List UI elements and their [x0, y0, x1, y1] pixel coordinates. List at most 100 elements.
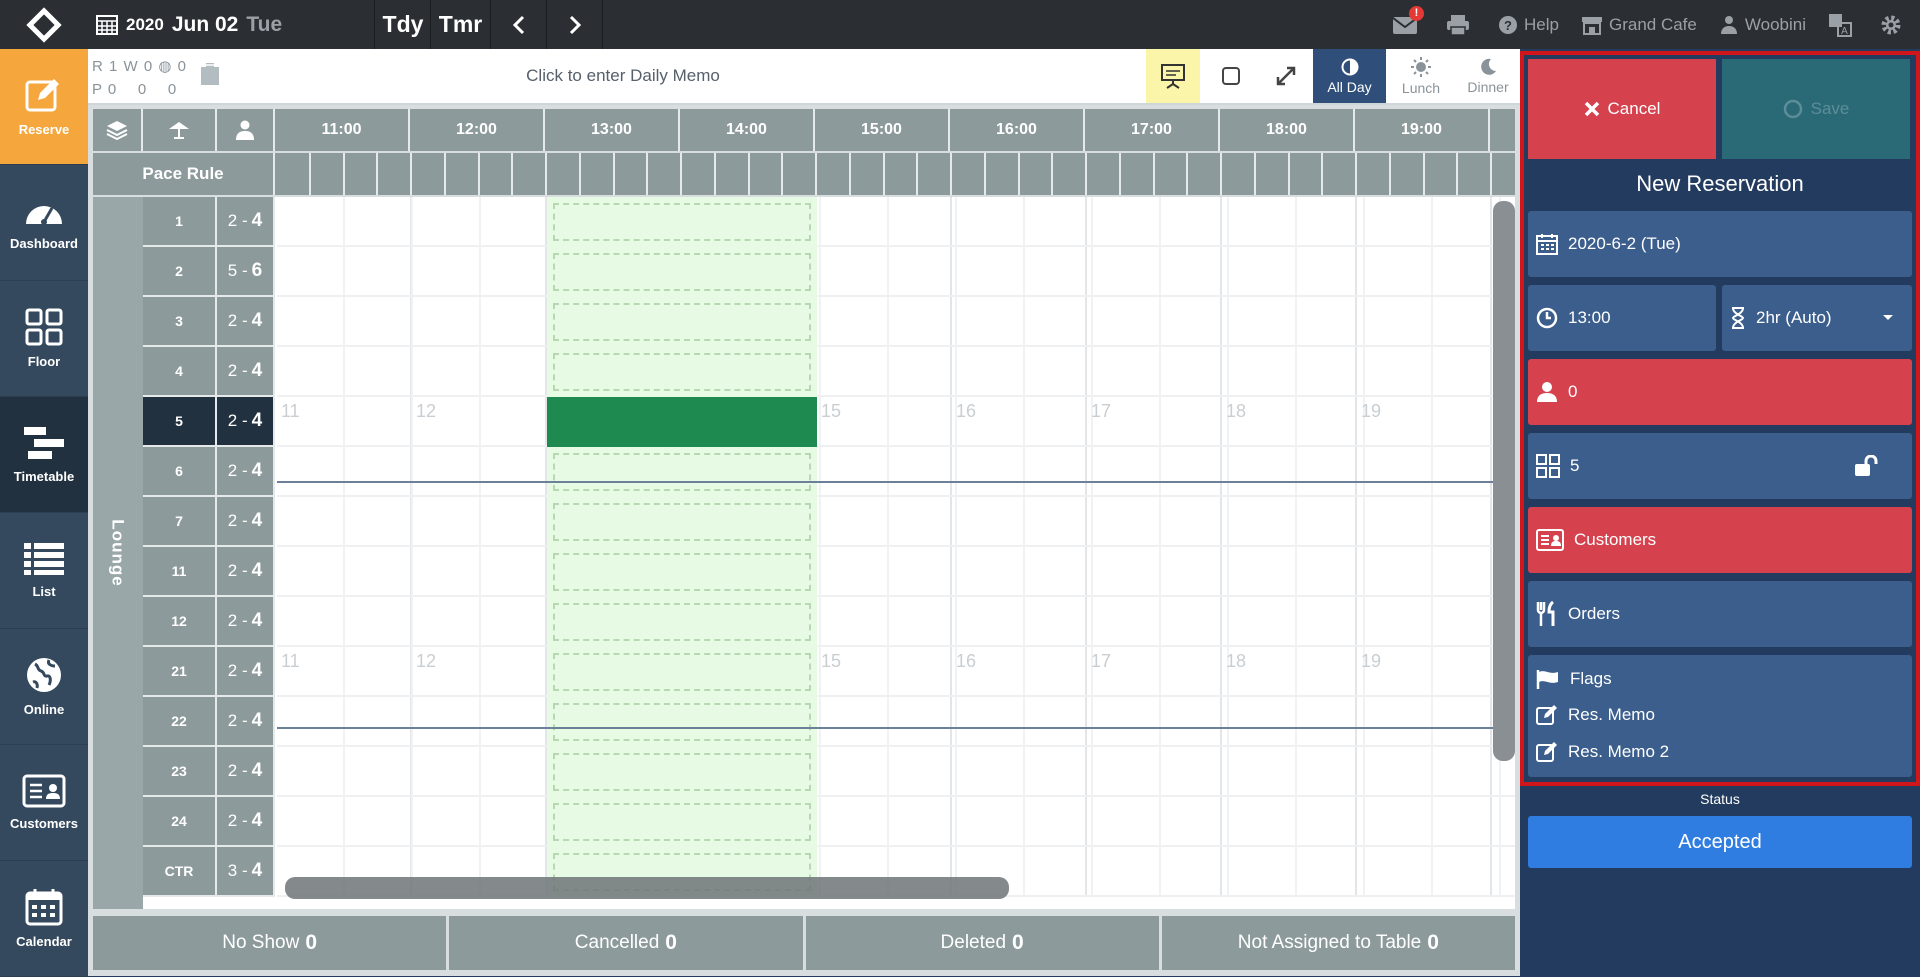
table-name[interactable]: 24: [143, 797, 217, 847]
available-slot[interactable]: [547, 797, 817, 847]
pace-cell[interactable]: [1323, 153, 1357, 195]
view-all-day[interactable]: All Day: [1313, 49, 1386, 103]
pace-cell[interactable]: [918, 153, 952, 195]
pace-cell[interactable]: [412, 153, 446, 195]
sidebar-item-list[interactable]: List: [0, 513, 88, 629]
cancelled-filter[interactable]: Cancelled 0: [449, 916, 806, 970]
no-show-filter[interactable]: No Show 0: [93, 916, 450, 970]
time-slots[interactable]: [277, 447, 1515, 497]
table-name[interactable]: 22: [143, 697, 217, 747]
today-button[interactable]: Tdy: [376, 0, 431, 49]
pace-cell[interactable]: [1020, 153, 1054, 195]
settings-button[interactable]: [1880, 14, 1908, 36]
pace-cell[interactable]: [311, 153, 345, 195]
table-name[interactable]: 21: [143, 647, 217, 697]
available-slot[interactable]: [547, 547, 817, 597]
user-button[interactable]: Woobini: [1719, 15, 1806, 35]
pace-cell[interactable]: [345, 153, 379, 195]
available-slot[interactable]: [547, 447, 817, 497]
pace-cell[interactable]: [682, 153, 716, 195]
language-button[interactable]: A: [1828, 13, 1858, 37]
table-name[interactable]: 11: [143, 547, 217, 597]
cancel-button[interactable]: Cancel: [1528, 59, 1716, 159]
table-name[interactable]: CTR: [143, 847, 217, 897]
presentation-toggle[interactable]: [1146, 49, 1200, 103]
pace-cell[interactable]: [1425, 153, 1459, 195]
available-slot[interactable]: [547, 497, 817, 547]
expand-button[interactable]: [1258, 49, 1314, 103]
time-slots[interactable]: [277, 597, 1515, 647]
pace-cell[interactable]: [851, 153, 885, 195]
table-name[interactable]: 7: [143, 497, 217, 547]
pace-cell[interactable]: [1256, 153, 1290, 195]
table-name[interactable]: 1: [143, 197, 217, 247]
time-slots[interactable]: [277, 247, 1515, 297]
save-button[interactable]: Save: [1722, 59, 1910, 159]
flags-row[interactable]: Flags: [1536, 669, 1612, 689]
pace-cell[interactable]: [581, 153, 615, 195]
deleted-filter[interactable]: Deleted 0: [805, 916, 1162, 970]
guests-field[interactable]: 0: [1528, 359, 1912, 425]
pace-cell[interactable]: [716, 153, 750, 195]
pace-cell[interactable]: [446, 153, 480, 195]
time-slots[interactable]: 1112151617181920: [277, 647, 1515, 697]
time-slots[interactable]: [277, 797, 1515, 847]
date-picker[interactable]: 2020 Jun 02 Tue: [88, 0, 375, 49]
pace-cell[interactable]: [952, 153, 986, 195]
table-name[interactable]: 2: [143, 247, 217, 297]
pace-cell[interactable]: [885, 153, 919, 195]
view-dinner[interactable]: Dinner: [1456, 49, 1520, 103]
layers-toggle[interactable]: [93, 109, 143, 151]
help-button[interactable]: ? Help: [1498, 15, 1559, 35]
available-slot[interactable]: [547, 597, 817, 647]
pace-cell[interactable]: [783, 153, 817, 195]
pace-cell[interactable]: [547, 153, 581, 195]
sidebar-item-customers[interactable]: Customers: [0, 745, 88, 861]
time-slots[interactable]: [277, 697, 1515, 747]
pace-cell[interactable]: [1222, 153, 1256, 195]
time-slots[interactable]: [277, 547, 1515, 597]
time-slots[interactable]: 1112151617181920: [277, 397, 1515, 447]
pace-cell[interactable]: [513, 153, 547, 195]
pace-cell[interactable]: [480, 153, 514, 195]
duration-select[interactable]: 2hr (Auto): [1722, 285, 1912, 351]
pace-cell[interactable]: [1121, 153, 1155, 195]
note-icon[interactable]: [198, 61, 222, 87]
pace-cell[interactable]: [1391, 153, 1425, 195]
daily-memo-input[interactable]: Click to enter Daily Memo: [388, 66, 858, 86]
view-lunch[interactable]: Lunch: [1386, 49, 1456, 103]
new-reservation-block[interactable]: [547, 397, 817, 447]
horizontal-scrollbar[interactable]: [285, 877, 1009, 899]
status-accepted-button[interactable]: Accepted: [1528, 816, 1912, 868]
date-field[interactable]: 2020-6-2 (Tue): [1528, 211, 1912, 277]
time-slots[interactable]: [277, 197, 1515, 247]
time-slots[interactable]: [277, 497, 1515, 547]
capacity-sort[interactable]: [217, 109, 275, 151]
app-logo[interactable]: [0, 0, 88, 49]
time-slots[interactable]: [277, 747, 1515, 797]
sidebar-item-timetable[interactable]: Timetable: [0, 397, 88, 513]
table-name[interactable]: 4: [143, 347, 217, 397]
pace-cell[interactable]: [986, 153, 1020, 195]
prev-day-button[interactable]: [491, 0, 547, 49]
sidebar-item-dashboard[interactable]: Dashboard: [0, 165, 88, 281]
sidebar-item-online[interactable]: Online: [0, 629, 88, 745]
available-slot[interactable]: [547, 197, 817, 247]
table-name[interactable]: 3: [143, 297, 217, 347]
available-slot[interactable]: [547, 697, 817, 747]
pace-cell[interactable]: [750, 153, 784, 195]
available-slot[interactable]: [547, 347, 817, 397]
print-button[interactable]: [1446, 14, 1476, 36]
messages-button[interactable]: !: [1392, 5, 1425, 35]
time-slots[interactable]: [277, 297, 1515, 347]
unlock-icon[interactable]: [1854, 455, 1880, 477]
not-assigned-filter[interactable]: Not Assigned to Table 0: [1161, 916, 1515, 970]
table-sort[interactable]: [143, 109, 217, 151]
pace-cell[interactable]: [1155, 153, 1189, 195]
pace-cell[interactable]: [648, 153, 682, 195]
pace-cell[interactable]: [277, 153, 311, 195]
table-name[interactable]: 6: [143, 447, 217, 497]
sidebar-item-reserve[interactable]: Reserve: [0, 49, 88, 165]
table-field[interactable]: 5: [1528, 433, 1912, 499]
customers-field[interactable]: Customers: [1528, 507, 1912, 573]
